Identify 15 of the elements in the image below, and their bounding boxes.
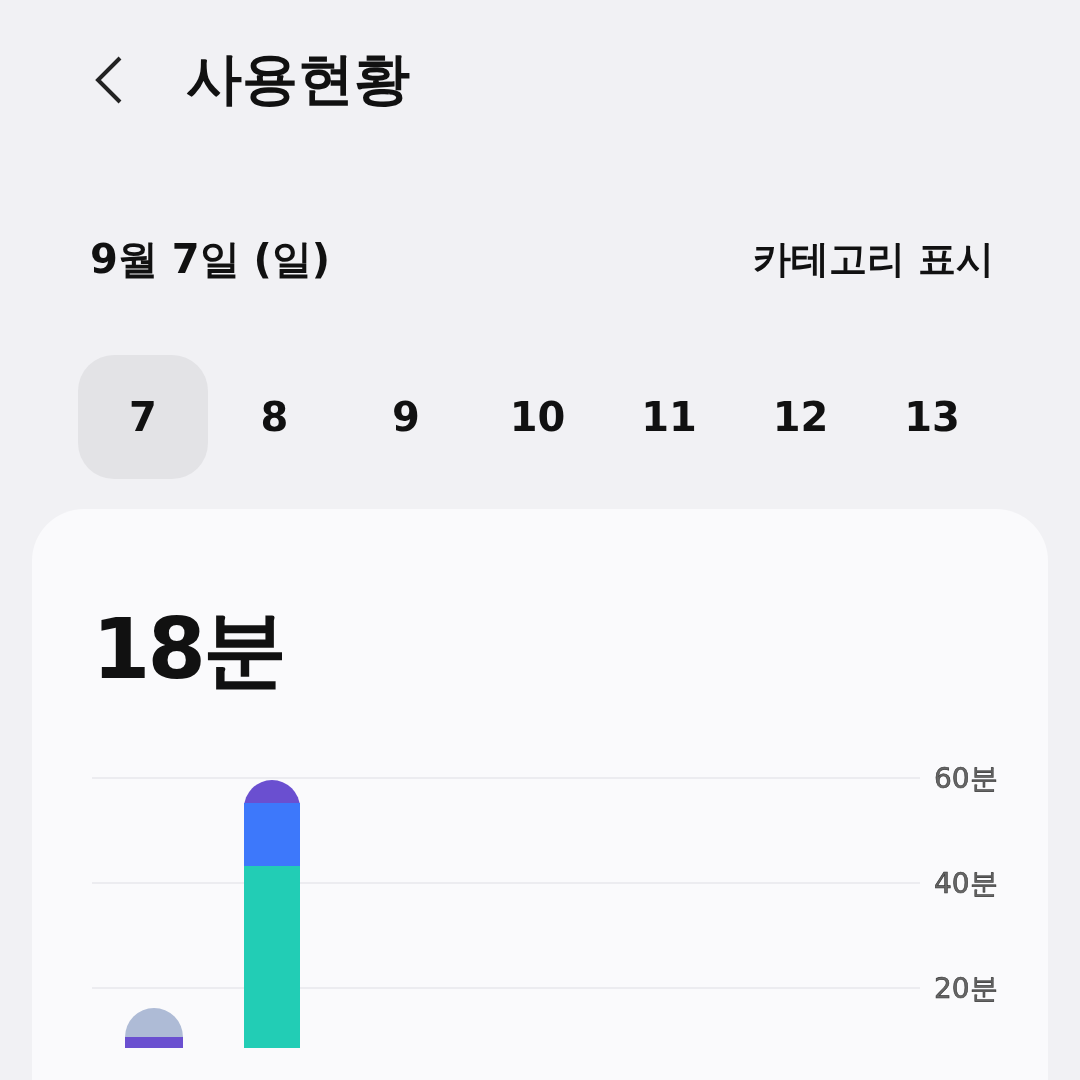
stacked-bar [125,1008,183,1048]
day-tab[interactable]: 11 [604,355,734,479]
day-tab[interactable]: 13 [867,355,997,479]
usage-total: 18분 [92,607,284,691]
date-label: 9월 7일 (일) [90,235,331,284]
axis-tick-label: 20분 [934,972,998,1005]
day-tab[interactable]: 9 [341,355,471,479]
day-tab[interactable]: 8 [209,355,340,479]
category-toggle[interactable]: 카테고리 표시 [752,234,994,285]
page-title: 사용현황 [186,45,410,113]
day-tab[interactable]: 10 [472,355,603,479]
axis-tick-label: 60분 [934,762,998,795]
day-tab[interactable]: 12 [735,355,866,479]
axis-tick-label: 40분 [934,867,998,900]
day-tab[interactable]: 7 [78,355,208,479]
